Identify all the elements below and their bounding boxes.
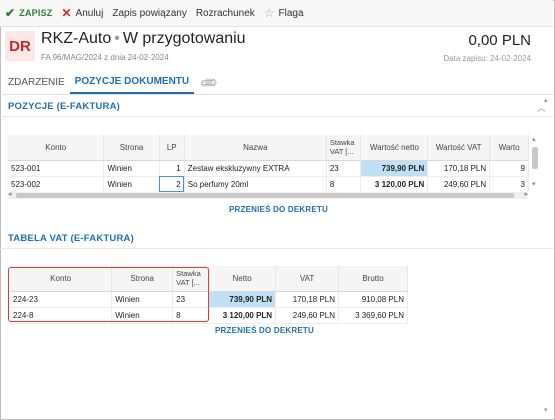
move-to-decree-link[interactable]: PRZENIEŚ DO DEKRETU [229,205,328,214]
table-row[interactable]: 224-8 Winien 8 3 120,00 PLN 249,60 PLN 3… [10,307,408,324]
cell-side[interactable]: Winien [103,160,160,177]
save-date: Data zapisu: 24-02-2024 [443,54,531,63]
scroll-down-icon[interactable]: ▾ [544,406,548,414]
col-header-vat-value[interactable]: Wartość VAT [427,135,491,161]
cell-vat-rate[interactable]: 8 [326,176,362,192]
cell-vat[interactable]: 249,60 PLN [275,307,340,324]
cell-account[interactable]: 523-002 [8,176,105,192]
star-icon: ☆ [263,6,275,20]
tab-bar: ZDARZENIE POZYCJE DOKUMENTU 📎︎ [0,72,553,95]
col-header-account[interactable]: Konto [8,135,105,161]
cell-lp[interactable]: 1 [159,160,185,177]
table-row[interactable]: 523-002 Winien 2 So perfumy 20ml 8 3 120… [8,176,529,192]
cell-vat-value[interactable]: 249,60 PLN [427,176,491,192]
save-label: ZAPISZ [19,8,53,18]
cell-name[interactable]: Zestaw ekskluzywny EXTRA [184,160,327,177]
col-header-name[interactable]: Nazwa [184,135,327,161]
check-icon: ✔ [5,6,16,20]
scroll-up-icon[interactable]: ▴ [532,135,536,143]
scroll-up-icon[interactable]: ▴ [544,96,548,104]
document-header: DR RKZ-Auto • W przygotowaniu FA 96/MAG/20… [0,28,553,72]
scroll-down-icon[interactable]: ▾ [532,180,536,188]
col-header-side[interactable]: Strona [103,135,160,161]
cell-side[interactable]: Winien [111,307,174,324]
toolbar: ✔ ZAPISZ ✕ Anuluj Zapis powiązany Rozrac… [0,0,553,27]
col-header-net-value[interactable]: Wartość netto [360,135,429,161]
cell-net[interactable]: 739,90 PLN [208,291,277,308]
cell-account[interactable]: 224-8 [10,307,113,324]
document-type-badge: DR [5,31,35,61]
cell-account[interactable]: 224-23 [10,291,113,308]
cancel-button[interactable]: ✕ Anuluj [61,0,103,27]
col-header-side[interactable]: Strona [111,266,174,292]
col-header-vat-rate[interactable]: Stawka VAT [... [326,135,362,161]
col-header-gross-value[interactable]: Warto [489,135,529,161]
section-divider [0,116,553,117]
cell-vat-rate[interactable]: 23 [172,291,210,308]
scrollbar-thumb[interactable] [532,147,538,169]
tab-event[interactable]: ZDARZENIE [3,71,70,94]
col-header-account[interactable]: Konto [10,266,113,292]
table-row[interactable]: 523-001 Winien 1 Zestaw ekskluzywny EXTR… [8,160,529,177]
cell-account[interactable]: 523-001 [8,160,105,177]
cell-vat-rate[interactable]: 23 [326,160,362,177]
document-name: RKZ-Auto [41,30,112,47]
x-icon: ✕ [61,6,72,20]
cell-net-value[interactable]: 3 120,00 PLN [360,176,429,192]
cell-net-value[interactable]: 739,90 PLN [360,160,429,177]
cancel-label: Anuluj [75,7,104,19]
vat-table: Konto Strona Stawka VAT [... Netto VAT B… [10,266,408,324]
col-header-gross[interactable]: Brutto [338,266,408,292]
flag-button[interactable]: ☆ Flaga [264,0,304,27]
col-header-net[interactable]: Netto [208,266,277,292]
cell-gross-value[interactable]: 9 [489,160,529,177]
linked-record-label: Zapis powiązany [112,7,187,19]
flag-label: Flaga [278,7,304,19]
col-header-lp[interactable]: LP [159,135,185,161]
cell-name[interactable]: So perfumy 20ml [184,176,327,192]
title-separator: • [114,30,120,47]
linked-record-button[interactable]: Zapis powiązany [112,0,186,27]
horizontal-scrollbar[interactable]: ◂ ▸ [8,190,528,199]
cell-gross-value[interactable]: 3 [489,176,529,192]
settlement-button[interactable]: Rozrachunek [196,0,255,27]
section-divider [0,248,553,249]
positions-section-title: POZYCJE (E-FAKTURA) [8,101,120,112]
col-header-vat[interactable]: VAT [275,266,340,292]
scroll-left-icon[interactable]: ◂ [8,190,12,198]
cell-vat-value[interactable]: 170,18 PLN [427,160,491,177]
document-subtitle: FA 96/MAG/2024 z dnia 24-02-2024 [41,53,169,62]
settlement-label: Rozrachunek [195,7,255,19]
table-row[interactable]: 224-23 Winien 23 739,90 PLN 170,18 PLN 9… [10,291,408,308]
cell-net[interactable]: 3 120,00 PLN [208,307,277,324]
cell-gross[interactable]: 910,08 PLN [338,291,408,308]
cell-side[interactable]: Winien [111,291,174,308]
col-header-vat-rate[interactable]: Stawka VAT [... [172,266,210,292]
table-vertical-scrollbar[interactable]: ▴ ▾ [531,135,540,195]
page-title: RKZ-Auto • W przygotowaniu [41,30,246,48]
cell-lp[interactable]: 2 [159,176,185,192]
vat-section-title: TABELA VAT (E-FAKTURA) [8,233,134,244]
scrollbar-thumb[interactable] [16,193,514,198]
positions-table: Konto Strona LP Nazwa Stawka VAT [... Wa… [8,135,529,192]
cell-vat-rate[interactable]: 8 [172,307,210,324]
cell-side[interactable]: Winien [103,176,160,192]
cell-vat[interactable]: 170,18 PLN [275,291,340,308]
save-button[interactable]: ✔ ZAPISZ [5,0,52,27]
document-amount: 0,00 PLN [468,32,531,49]
cell-gross[interactable]: 3 369,60 PLN [338,307,408,324]
tab-document-items[interactable]: POZYCJE DOKUMENTU [69,71,195,94]
move-to-decree-link[interactable]: PRZENIEŚ DO DEKRETU [215,326,314,335]
page-vertical-scrollbar[interactable]: ▴ ▾ [543,96,552,418]
scroll-right-icon[interactable]: ▸ [524,190,528,198]
document-status: W przygotowaniu [122,30,246,47]
